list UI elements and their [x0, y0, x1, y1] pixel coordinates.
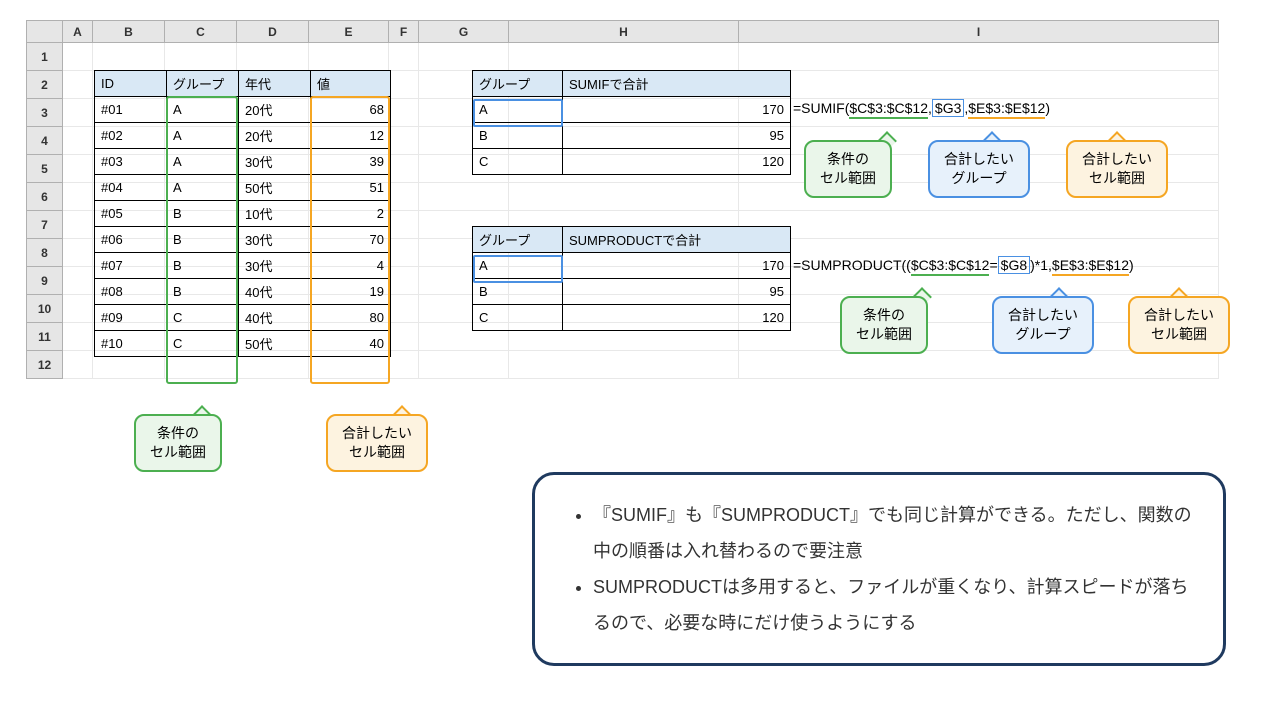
- table-row: A170: [473, 97, 791, 123]
- table-row: #02A20代12: [95, 123, 391, 149]
- table-row: B95: [473, 279, 791, 305]
- table-header: 年代: [239, 71, 311, 97]
- table-header: グループ: [473, 227, 563, 253]
- sumproduct-formula: =SUMPRODUCT(($C$3:$C$12=$G8)*1,$E$3:$E$1…: [793, 257, 1134, 273]
- sumif-result-table: グループSUMIFで合計A170B95C120: [472, 70, 791, 175]
- table-header: 値: [311, 71, 391, 97]
- table-header: ID: [95, 71, 167, 97]
- table-row: #10C50代40: [95, 331, 391, 357]
- table-row: #09C40代80: [95, 305, 391, 331]
- callout-condition-range: 条件のセル範囲: [134, 414, 222, 472]
- table-row: #08B40代19: [95, 279, 391, 305]
- sumproduct-result-table: グループSUMPRODUCTで合計A170B95C120: [472, 226, 791, 331]
- table-row: B95: [473, 123, 791, 149]
- callout-sum-group: 合計したいグループ: [928, 140, 1030, 198]
- table-row: C120: [473, 305, 791, 331]
- callout-condition-range: 条件のセル範囲: [804, 140, 892, 198]
- callout-condition-range: 条件のセル範囲: [840, 296, 928, 354]
- table-row: #06B30代70: [95, 227, 391, 253]
- table-header: グループ: [473, 71, 563, 97]
- table-row: C120: [473, 149, 791, 175]
- table-header: SUMPRODUCTで合計: [563, 227, 791, 253]
- table-row: #01A20代68: [95, 97, 391, 123]
- table-row: A170: [473, 253, 791, 279]
- table-row: #03A30代39: [95, 149, 391, 175]
- table-header: グループ: [167, 71, 239, 97]
- table-row: #04A50代51: [95, 175, 391, 201]
- sumif-formula: =SUMIF($C$3:$C$12,$G3,$E$3:$E$12): [793, 100, 1050, 116]
- table-header: SUMIFで合計: [563, 71, 791, 97]
- callout-sum-range: 合計したいセル範囲: [1066, 140, 1168, 198]
- explanation-note: 『SUMIF』も『SUMPRODUCT』でも同じ計算ができる。ただし、関数の中の…: [532, 472, 1226, 666]
- callout-sum-group: 合計したいグループ: [992, 296, 1094, 354]
- callout-sum-range: 合計したいセル範囲: [326, 414, 428, 472]
- note-item: SUMPRODUCTは多用すると、ファイルが重くなり、計算スピードが落ちるので、…: [593, 569, 1193, 641]
- source-table: IDグループ年代値#01A20代68#02A20代12#03A30代39#04A…: [94, 70, 391, 357]
- callout-sum-range: 合計したいセル範囲: [1128, 296, 1230, 354]
- table-row: #05B10代2: [95, 201, 391, 227]
- note-item: 『SUMIF』も『SUMPRODUCT』でも同じ計算ができる。ただし、関数の中の…: [593, 497, 1193, 569]
- table-row: #07B30代4: [95, 253, 391, 279]
